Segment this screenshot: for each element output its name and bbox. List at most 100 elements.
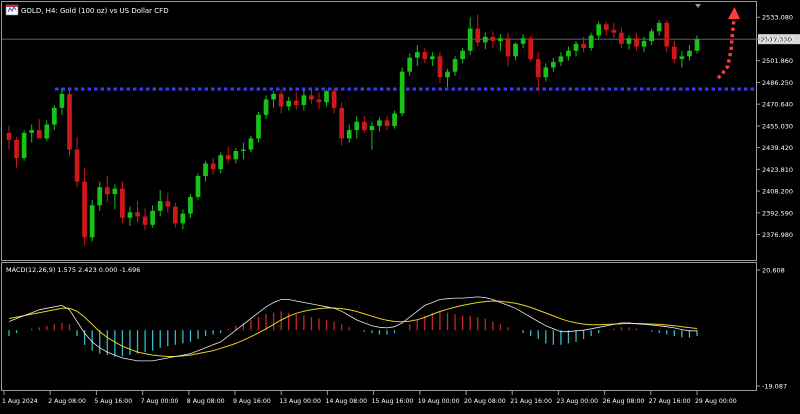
candle-body bbox=[233, 150, 239, 160]
candle-bullish[interactable] bbox=[21, 130, 27, 161]
candle-body bbox=[278, 93, 284, 107]
candle-bullish[interactable] bbox=[89, 199, 95, 242]
time-tick-label: 20 Aug 08:00 bbox=[464, 398, 506, 405]
time-tick-label: 27 Aug 16:00 bbox=[649, 398, 691, 405]
candle-body bbox=[460, 50, 465, 60]
candle-body bbox=[293, 100, 299, 106]
candle-body bbox=[165, 201, 171, 207]
candle-body bbox=[21, 132, 27, 158]
time-tick-label: 2 Aug 08:00 bbox=[48, 398, 86, 405]
candle-body bbox=[498, 38, 503, 42]
macd-tick-label: -19.087 bbox=[762, 383, 787, 391]
candle-body bbox=[210, 163, 216, 170]
candle-bullish[interactable] bbox=[195, 173, 201, 200]
candle-body bbox=[664, 22, 670, 47]
candle-body bbox=[271, 93, 276, 100]
candle-body bbox=[142, 216, 148, 225]
time-tick-label: 29 Aug 00:00 bbox=[695, 398, 737, 405]
candle-body bbox=[369, 125, 375, 131]
time-tick-label: 19 Aug 00:00 bbox=[418, 398, 460, 405]
candle-body bbox=[59, 93, 65, 108]
candle-body bbox=[437, 56, 443, 78]
chart-title: GOLD, H4: Gold (100 oz) vs US Dollar CFD bbox=[21, 7, 169, 15]
candle-body bbox=[29, 130, 35, 133]
chart-window-icon[interactable] bbox=[5, 4, 19, 16]
candle-body bbox=[407, 57, 413, 72]
candle-body bbox=[603, 24, 609, 30]
candle-body bbox=[422, 52, 428, 60]
candle-body bbox=[339, 107, 345, 139]
candle-body bbox=[445, 71, 450, 78]
candle-body bbox=[543, 67, 549, 78]
candle-body bbox=[596, 24, 602, 36]
price-tick-label: 2392.590 bbox=[762, 209, 793, 217]
candle-body bbox=[634, 38, 639, 47]
candle-body bbox=[588, 35, 594, 48]
candle-body bbox=[619, 32, 624, 44]
candle-body bbox=[172, 206, 178, 224]
candle-body bbox=[263, 99, 269, 115]
time-tick-label: 9 Aug 16:00 bbox=[233, 398, 271, 405]
candle-bearish[interactable] bbox=[528, 35, 534, 62]
candle-body bbox=[67, 93, 72, 150]
candle-body bbox=[671, 46, 677, 60]
candle-body bbox=[316, 99, 322, 103]
candle-body bbox=[558, 56, 564, 62]
time-tick-label: 26 Aug 08:00 bbox=[603, 398, 645, 405]
candle-body bbox=[82, 181, 87, 238]
candle-bullish[interactable] bbox=[399, 67, 405, 117]
candle-body bbox=[286, 100, 292, 107]
price-tick-label: 2455.030 bbox=[762, 122, 793, 130]
candle-body bbox=[150, 210, 155, 225]
candle-body bbox=[687, 50, 692, 57]
candle-body bbox=[180, 213, 186, 224]
trading-chart[interactable]: GOLD, H4: Gold (100 oz) vs US Dollar CFD… bbox=[0, 0, 800, 410]
candle-body bbox=[157, 201, 163, 211]
candle-body bbox=[256, 114, 261, 139]
candle-body bbox=[135, 212, 140, 217]
candle-body bbox=[513, 43, 518, 57]
candle-body bbox=[452, 59, 458, 72]
price-tick-label: 2470.640 bbox=[762, 101, 793, 109]
candle-body bbox=[679, 56, 685, 60]
candle-body bbox=[36, 130, 42, 139]
candle-body bbox=[566, 50, 571, 57]
candle-body bbox=[377, 120, 382, 126]
price-tick-label: 2376.980 bbox=[762, 231, 793, 239]
candle-body bbox=[414, 52, 420, 58]
candle-body bbox=[120, 188, 125, 218]
time-tick-label: 15 Aug 16:00 bbox=[372, 398, 414, 405]
price-tick-label: 2486.250 bbox=[762, 79, 793, 87]
candle-body bbox=[225, 155, 231, 160]
candle-body bbox=[127, 212, 133, 218]
candle-bullish[interactable] bbox=[256, 112, 261, 143]
candle-body bbox=[195, 176, 201, 197]
time-tick-label: 23 Aug 00:00 bbox=[556, 398, 598, 405]
time-tick-label: 14 Aug 08:00 bbox=[325, 398, 367, 405]
candle-body bbox=[346, 130, 352, 139]
candle-body bbox=[44, 124, 50, 139]
candle-body bbox=[248, 138, 254, 150]
candle-body bbox=[384, 120, 390, 126]
chart-area[interactable]: GOLD, H4: Gold (100 oz) vs US Dollar CFD… bbox=[0, 0, 800, 410]
candle-body bbox=[104, 187, 110, 195]
candle-bearish[interactable] bbox=[67, 89, 72, 157]
price-tick-label: 2439.420 bbox=[762, 144, 793, 152]
candle-body bbox=[581, 43, 586, 48]
candle-body bbox=[241, 149, 246, 151]
candle-body bbox=[218, 155, 224, 170]
price-tick-label: 2501.860 bbox=[762, 57, 793, 65]
candle-body bbox=[14, 139, 19, 158]
candle-body bbox=[573, 43, 579, 51]
price-tick-label: 2517.330 bbox=[762, 36, 793, 44]
candle-body bbox=[656, 22, 662, 32]
candle-body bbox=[301, 95, 307, 106]
candle-body bbox=[505, 38, 511, 57]
candle-body bbox=[361, 121, 367, 131]
candle-body bbox=[331, 91, 337, 108]
price-tick-label: 2533.080 bbox=[762, 14, 793, 22]
candle-body bbox=[188, 196, 193, 214]
candle-body bbox=[467, 28, 473, 51]
chart-background bbox=[0, 0, 800, 410]
candle-body bbox=[551, 61, 556, 68]
